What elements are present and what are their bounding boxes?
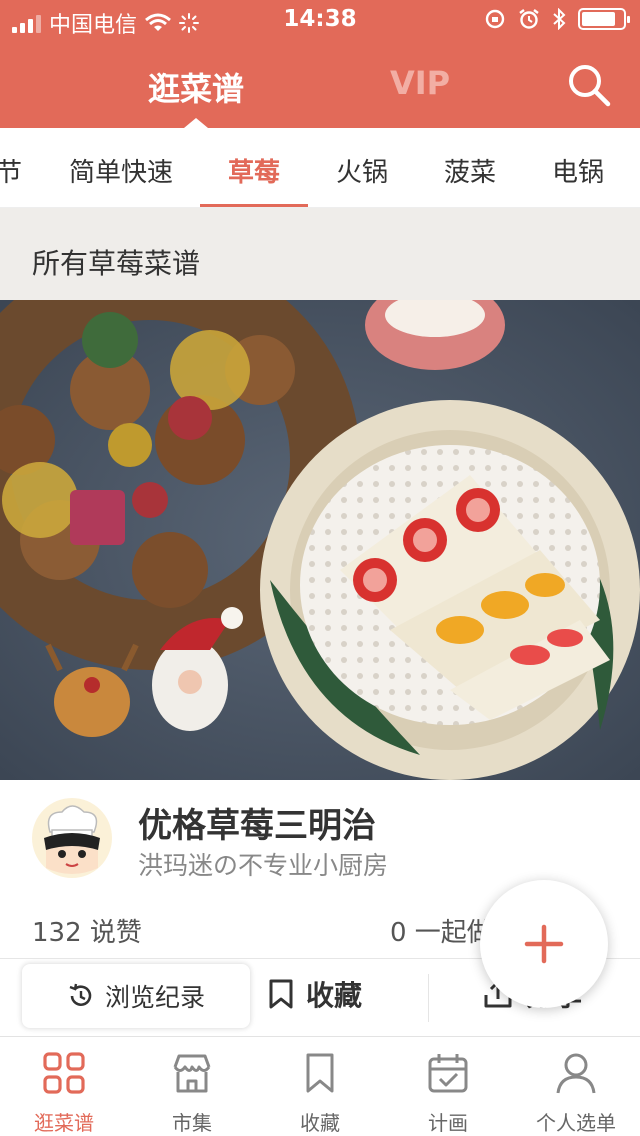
battery-icon xyxy=(578,8,630,30)
add-button[interactable] xyxy=(480,880,608,1008)
bookmark-icon xyxy=(306,1053,334,1093)
section-title: 所有草莓菜谱 xyxy=(32,247,201,280)
person-icon xyxy=(556,1053,596,1094)
action-separator xyxy=(428,974,429,1022)
category-tab-spinach[interactable]: 菠菜 xyxy=(444,152,496,189)
orientation-lock-icon xyxy=(485,9,505,29)
tab-vip[interactable]: VIP xyxy=(390,64,450,102)
category-tab-quick[interactable]: 简单快速 xyxy=(69,152,173,189)
cook-together-count: 0 一起做 xyxy=(390,918,493,948)
category-tab-strawberry[interactable]: 草莓 xyxy=(228,152,280,189)
collect-button[interactable]: 收藏 xyxy=(268,974,362,1014)
category-tab-hotpot[interactable]: 火锅 xyxy=(336,152,388,189)
recipe-photo[interactable] xyxy=(0,300,640,780)
calendar-check-icon xyxy=(428,1054,468,1093)
likes-count: 132 说赞 xyxy=(32,918,142,948)
nav-label-browse: 逛菜谱 xyxy=(34,1111,94,1135)
status-bar-right xyxy=(484,8,630,30)
section-header: 所有草莓菜谱 xyxy=(0,208,640,300)
search-icon[interactable] xyxy=(564,60,614,110)
recipe-title[interactable]: 优格草莓三明治 xyxy=(138,798,376,847)
app-header: 逛菜谱 VIP xyxy=(0,40,640,128)
bottom-nav: 逛菜谱 市集 收藏 计画 个人选单 xyxy=(0,1036,640,1136)
recipe-photo-illustration xyxy=(0,300,640,780)
category-tab-rice-cooker[interactable]: 电锅 xyxy=(552,152,604,189)
history-button[interactable]: 浏览纪录 xyxy=(22,964,250,1028)
active-tab-indicator xyxy=(184,118,208,128)
category-tabs: 节 简单快速 草莓 火锅 菠菜 电锅 xyxy=(0,128,640,208)
nav-item-plan[interactable]: 计画 xyxy=(384,1037,512,1136)
nav-item-market[interactable]: 市集 xyxy=(128,1037,256,1136)
bookmark-icon xyxy=(269,979,293,1009)
status-bar: 中国电信 14:38 xyxy=(0,0,640,40)
nav-item-collection[interactable]: 收藏 xyxy=(256,1037,384,1136)
nav-label-collection: 收藏 xyxy=(300,1111,340,1135)
category-tab-festival[interactable]: 节 xyxy=(0,152,22,189)
author-avatar[interactable] xyxy=(32,798,112,878)
alarm-icon xyxy=(519,9,539,29)
collect-label: 收藏 xyxy=(306,979,363,1012)
nav-label-market: 市集 xyxy=(172,1111,212,1135)
bluetooth-icon xyxy=(553,8,566,30)
nav-item-profile[interactable]: 个人选单 xyxy=(512,1037,640,1136)
nav-item-browse[interactable]: 逛菜谱 xyxy=(0,1037,128,1136)
nav-label-plan: 计画 xyxy=(428,1111,468,1135)
clock-history-icon xyxy=(69,983,92,1006)
history-label: 浏览纪录 xyxy=(104,983,205,1012)
store-icon xyxy=(173,1054,211,1093)
nav-label-profile: 个人选单 xyxy=(536,1111,616,1135)
grid-icon xyxy=(43,1052,85,1094)
plus-icon xyxy=(524,924,564,964)
tab-browse-recipes[interactable]: 逛菜谱 xyxy=(148,64,244,110)
recipe-author[interactable]: 洪玛迷の不专业小厨房 xyxy=(138,846,388,882)
